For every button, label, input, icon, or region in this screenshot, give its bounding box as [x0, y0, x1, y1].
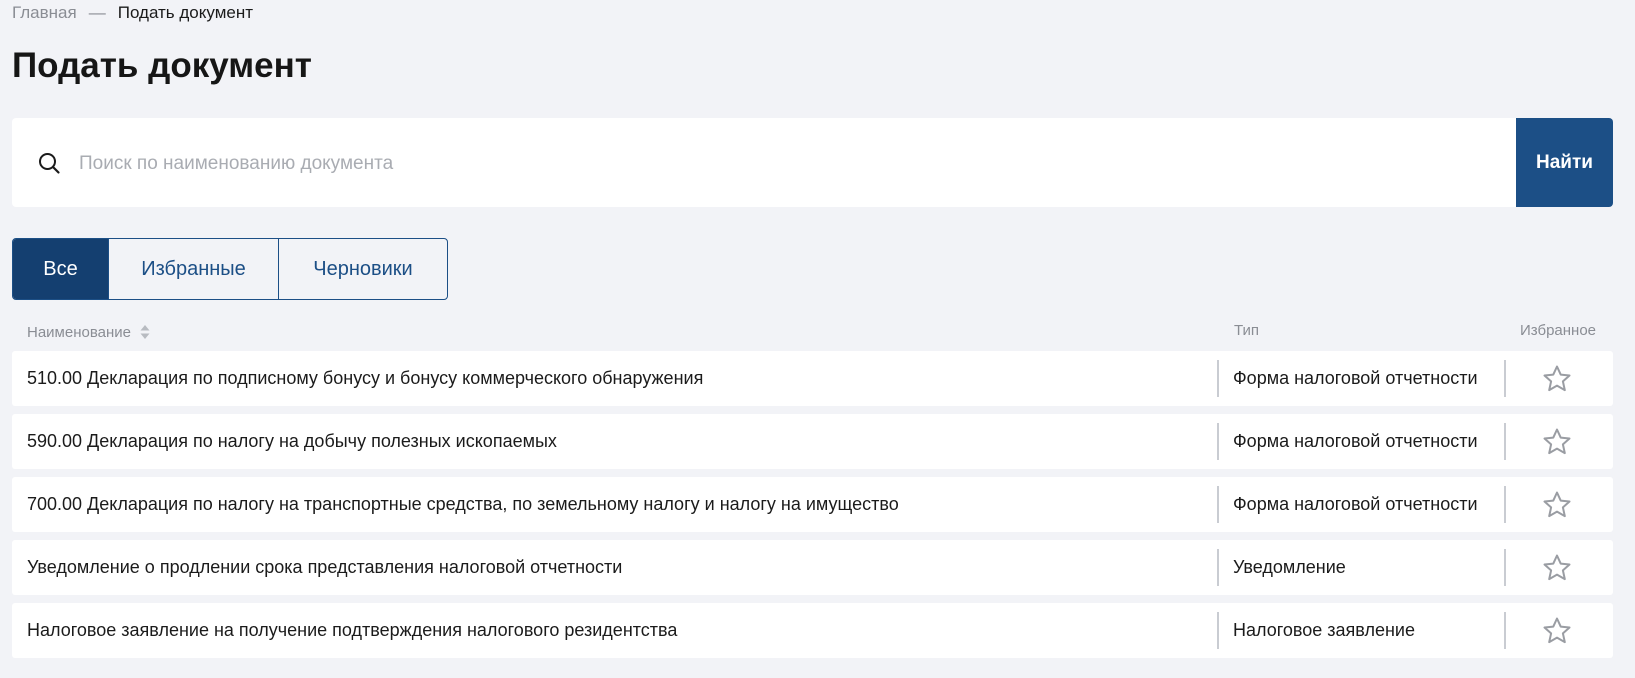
document-type: Форма налоговой отчетности	[1233, 494, 1478, 514]
table-row[interactable]: Налоговое заявление на получение подтвер…	[12, 603, 1613, 658]
tab-favorites[interactable]: Избранные	[109, 239, 279, 299]
search-bar: Найти	[12, 118, 1613, 207]
document-name[interactable]: Уведомление о продлении срока представле…	[27, 540, 1217, 595]
column-divider	[1217, 486, 1219, 523]
document-name[interactable]: 700.00 Декларация по налогу на транспорт…	[27, 477, 1217, 532]
table-row[interactable]: Уведомление о продлении срока представле…	[12, 540, 1613, 595]
column-divider	[1504, 360, 1506, 397]
column-divider	[1217, 549, 1219, 586]
search-input[interactable]	[77, 146, 1381, 182]
column-header-name-label: Наименование	[27, 323, 131, 341]
breadcrumb: Главная — Подать документ	[12, 2, 253, 24]
column-header-favorite: Избранное	[1520, 322, 1597, 339]
page: Главная — Подать документ Подать докумен…	[0, 0, 1635, 678]
column-divider	[1504, 549, 1506, 586]
column-header-type: Тип	[1234, 322, 1260, 339]
column-divider	[1217, 360, 1219, 397]
tab-drafts[interactable]: Черновики	[279, 239, 447, 299]
sort-icon[interactable]	[139, 322, 151, 342]
column-divider	[1504, 486, 1506, 523]
breadcrumb-current: Подать документ	[117, 3, 254, 22]
star-icon[interactable]	[1542, 490, 1572, 520]
document-type: Форма налоговой отчетности	[1233, 431, 1478, 451]
table-row[interactable]: 510.00 Декларация по подписному бонусу и…	[12, 351, 1613, 406]
page-title: Подать документ	[12, 46, 312, 85]
star-icon[interactable]	[1542, 427, 1572, 457]
search-button[interactable]: Найти	[1516, 118, 1613, 207]
document-name[interactable]: Налоговое заявление на получение подтвер…	[27, 603, 1217, 658]
tab-all[interactable]: Все	[13, 239, 109, 299]
table-row[interactable]: 590.00 Декларация по налогу на добычу по…	[12, 414, 1613, 469]
document-type: Форма налоговой отчетности	[1233, 368, 1478, 388]
document-name[interactable]: 590.00 Декларация по налогу на добычу по…	[27, 414, 1217, 469]
table-header: Наименование Тип Избранное	[12, 322, 1613, 342]
star-icon[interactable]	[1542, 553, 1572, 583]
search-icon	[39, 153, 60, 174]
column-divider	[1504, 612, 1506, 649]
document-name[interactable]: 510.00 Декларация по подписному бонусу и…	[27, 351, 1217, 406]
star-icon[interactable]	[1542, 364, 1572, 394]
column-divider	[1217, 612, 1219, 649]
star-icon[interactable]	[1542, 616, 1572, 646]
filter-tabs: Все Избранные Черновики	[12, 238, 448, 300]
column-divider	[1217, 423, 1219, 460]
breadcrumb-separator: —	[88, 3, 106, 22]
table-row[interactable]: 700.00 Декларация по налогу на транспорт…	[12, 477, 1613, 532]
breadcrumb-home-link[interactable]: Главная	[12, 2, 77, 24]
column-header-name[interactable]: Наименование	[27, 322, 151, 342]
document-type: Уведомление	[1233, 557, 1346, 577]
column-divider	[1504, 423, 1506, 460]
document-type: Налоговое заявление	[1233, 620, 1415, 640]
